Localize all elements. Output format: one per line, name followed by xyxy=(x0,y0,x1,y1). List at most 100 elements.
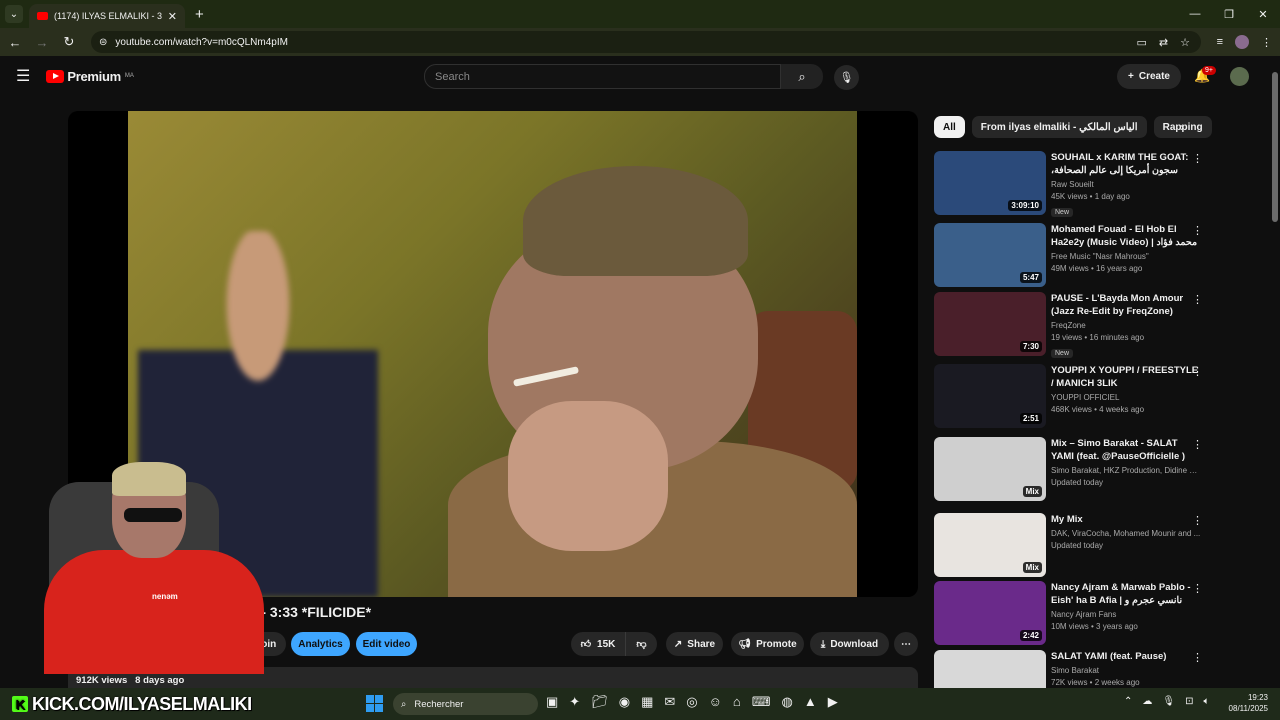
recommendation-meta: PAUSE - L'Bayda Mon Amour (Jazz Re-Edit … xyxy=(1051,292,1201,360)
kebab-menu-icon[interactable]: ⋮ xyxy=(1192,438,1203,451)
tab-close-icon[interactable]: ✕ xyxy=(168,10,177,23)
kebab-menu-icon[interactable]: ⋮ xyxy=(1192,582,1203,595)
tab-search-chevron-icon[interactable]: ⌄ xyxy=(5,5,23,23)
share-button[interactable]: ↗ Share xyxy=(666,632,723,656)
kick-url: KICK.COM/ILYASELMALIKI xyxy=(32,693,252,714)
network-icon[interactable]: ⊡ xyxy=(1185,696,1193,707)
youtube-premium-logo[interactable]: Premium MA xyxy=(46,69,134,84)
microphone-icon[interactable]: 🎙 xyxy=(834,65,859,90)
taskbar-search[interactable]: ⌕ Rechercher xyxy=(393,693,538,715)
recommendation-thumbnail[interactable]: 3:09:10 xyxy=(934,151,1046,215)
chrome-icon[interactable]: ◎ xyxy=(686,694,697,710)
restore-icon[interactable]: ❐ xyxy=(1212,0,1246,28)
recommendation-meta: YOUPPI X YOUPPI / FREESTYLE / MANICH 3LI… xyxy=(1051,364,1201,414)
kebab-menu-icon[interactable]: ⋮ xyxy=(1192,293,1203,306)
recommendation-channel: Nancy Ajram Fans xyxy=(1051,610,1117,619)
outlook-icon[interactable]: ✉ xyxy=(664,694,675,710)
hamburger-menu-icon[interactable]: ☰ xyxy=(16,66,30,86)
copilot-icon[interactable]: ✦ xyxy=(569,694,580,710)
dislike-button[interactable]: 👎︎ xyxy=(625,632,657,656)
new-tab-button[interactable]: + xyxy=(195,6,204,23)
edit-video-button[interactable]: Edit video xyxy=(356,632,417,656)
obs-icon[interactable]: ◍ xyxy=(782,694,793,710)
cast-icon[interactable]: ▭ xyxy=(1137,36,1147,49)
search-icon[interactable]: ⌕ xyxy=(781,64,823,89)
recommendation-thumbnail[interactable]: Mix xyxy=(934,437,1046,501)
site-info-icon[interactable]: ⊜ xyxy=(99,37,107,48)
back-icon[interactable]: ← xyxy=(3,35,27,50)
url-field[interactable]: ⊜ youtube.com/watch?v=m0cQLNm4pIM xyxy=(91,31,1201,53)
minimize-icon[interactable]: — xyxy=(1178,0,1212,28)
reading-list-icon[interactable]: ≡ xyxy=(1217,36,1223,48)
recommendation-title[interactable]: My Mix xyxy=(1051,513,1201,526)
recommendation-stats: Updated today xyxy=(1051,541,1104,550)
kebab-menu-icon[interactable]: ⋮ xyxy=(1192,152,1203,165)
recommendation-title[interactable]: SALAT YAMI (feat. Pause) xyxy=(1051,650,1201,663)
new-badge: New xyxy=(1051,208,1074,217)
volume-icon[interactable]: 🔈︎ xyxy=(1203,696,1209,707)
youtube-favicon-icon xyxy=(37,12,48,20)
store-icon[interactable]: ▦ xyxy=(641,694,653,710)
shirt-logo: nenəm xyxy=(152,592,178,601)
windows-start-icon[interactable] xyxy=(366,695,383,712)
file-explorer-icon[interactable]: 📁︎ xyxy=(591,694,608,710)
recommendation-title[interactable]: Mohamed Fouad - El Hob El Ha2e2y (Music … xyxy=(1051,223,1201,249)
kebab-menu-icon[interactable]: ⋮ xyxy=(1192,365,1203,378)
recommendation-title[interactable]: PAUSE - L'Bayda Mon Amour (Jazz Re-Edit … xyxy=(1051,292,1201,318)
like-button[interactable]: 👍︎ 15K xyxy=(571,632,625,656)
recommendation-thumbnail[interactable]: 5:47 xyxy=(934,223,1046,287)
kebab-menu-icon[interactable]: ⋮ xyxy=(1192,651,1203,664)
recommendation-stats: 45K views • 1 day ago xyxy=(1051,192,1130,201)
game-controller-icon[interactable]: ⌨ xyxy=(752,694,771,710)
forward-icon[interactable]: → xyxy=(30,35,54,50)
media-player-icon[interactable]: ▶ xyxy=(828,694,838,710)
window-controls: — ❐ ✕ xyxy=(1178,0,1280,28)
chip-all[interactable]: All xyxy=(934,116,965,138)
account-avatar[interactable] xyxy=(1230,67,1249,86)
taskbar-search-icon: ⌕ xyxy=(401,698,407,710)
window-close-icon[interactable]: ✕ xyxy=(1246,0,1280,28)
tray-chevron-up-icon[interactable]: ⌃ xyxy=(1124,696,1132,707)
kebab-menu-icon[interactable]: ⋮ xyxy=(1192,514,1203,527)
recommendation-title[interactable]: SOUHAIL x KARIM THE GOAT: سجون أمريكا إل… xyxy=(1051,151,1201,177)
browser-menu-icon[interactable]: ⋮ xyxy=(1261,36,1272,49)
app-icon[interactable]: ⌂ xyxy=(733,694,741,710)
edge-icon[interactable]: ◉ xyxy=(619,694,630,710)
discord-icon[interactable]: ☺ xyxy=(709,694,722,710)
adobe-icon[interactable]: ▲ xyxy=(804,694,817,710)
chip-from-channel[interactable]: From ilyas elmaliki - الياس المالكي xyxy=(971,116,1147,138)
download-button[interactable]: ⤓ Download xyxy=(810,632,889,656)
mic-tray-icon[interactable]: 🎙︎ xyxy=(1162,696,1175,707)
reload-icon[interactable]: ↻ xyxy=(57,34,81,50)
recommendation-thumbnail[interactable]: 2:51 xyxy=(934,364,1046,428)
region-code: MA xyxy=(124,73,134,79)
analytics-button[interactable]: Analytics xyxy=(291,632,350,656)
new-badge: New xyxy=(1051,349,1074,358)
profile-avatar[interactable] xyxy=(1235,35,1249,49)
bookmark-star-icon[interactable]: ☆ xyxy=(1180,36,1190,49)
search-input[interactable]: Search xyxy=(424,64,781,89)
youtube-header: ☰ Premium MA Search ⌕ 🎙 + Create 🔔 9+ xyxy=(0,56,1270,96)
chevron-right-icon[interactable]: › xyxy=(1180,120,1184,134)
more-actions-icon[interactable]: ⋯ xyxy=(894,632,918,656)
youtube-play-icon xyxy=(46,69,65,83)
recommendation-stats: 468K views • 4 weeks ago xyxy=(1051,405,1145,414)
scrollbar-thumb[interactable] xyxy=(1272,72,1278,222)
promote-button[interactable]: 📢︎ Promote xyxy=(731,632,804,656)
recommendation-title[interactable]: Mix – Simo Barakat - SALAT YAMI (feat. @… xyxy=(1051,437,1201,463)
recommendation-thumbnail[interactable]: 2:42 xyxy=(934,581,1046,645)
onedrive-icon[interactable]: ☁ xyxy=(1142,696,1152,707)
recommendation-title[interactable]: Nancy Ajram & Marwab Pablo - Eish' ha B … xyxy=(1051,581,1201,607)
recommendation-thumbnail[interactable]: Mix xyxy=(934,513,1046,577)
recommendation-thumbnail[interactable]: 7:30 xyxy=(934,292,1046,356)
page-scrollbar[interactable] xyxy=(1270,62,1280,688)
kebab-menu-icon[interactable]: ⋮ xyxy=(1192,224,1203,237)
create-button[interactable]: + Create xyxy=(1117,64,1181,89)
promote-label: Promote xyxy=(756,638,797,650)
translate-icon[interactable]: ⇄ xyxy=(1159,36,1168,49)
recommendation-title[interactable]: YOUPPI X YOUPPI / FREESTYLE / MANICH 3LI… xyxy=(1051,364,1201,390)
taskbar-clock[interactable]: 19:23 08/11/2025 xyxy=(1224,692,1268,714)
task-view-icon[interactable]: ▣ xyxy=(546,694,558,710)
browser-tab[interactable]: (1174) ILYAS ELMALIKI - 31 OC ✕ xyxy=(29,4,185,28)
video-duration: Mix xyxy=(1022,562,1042,573)
